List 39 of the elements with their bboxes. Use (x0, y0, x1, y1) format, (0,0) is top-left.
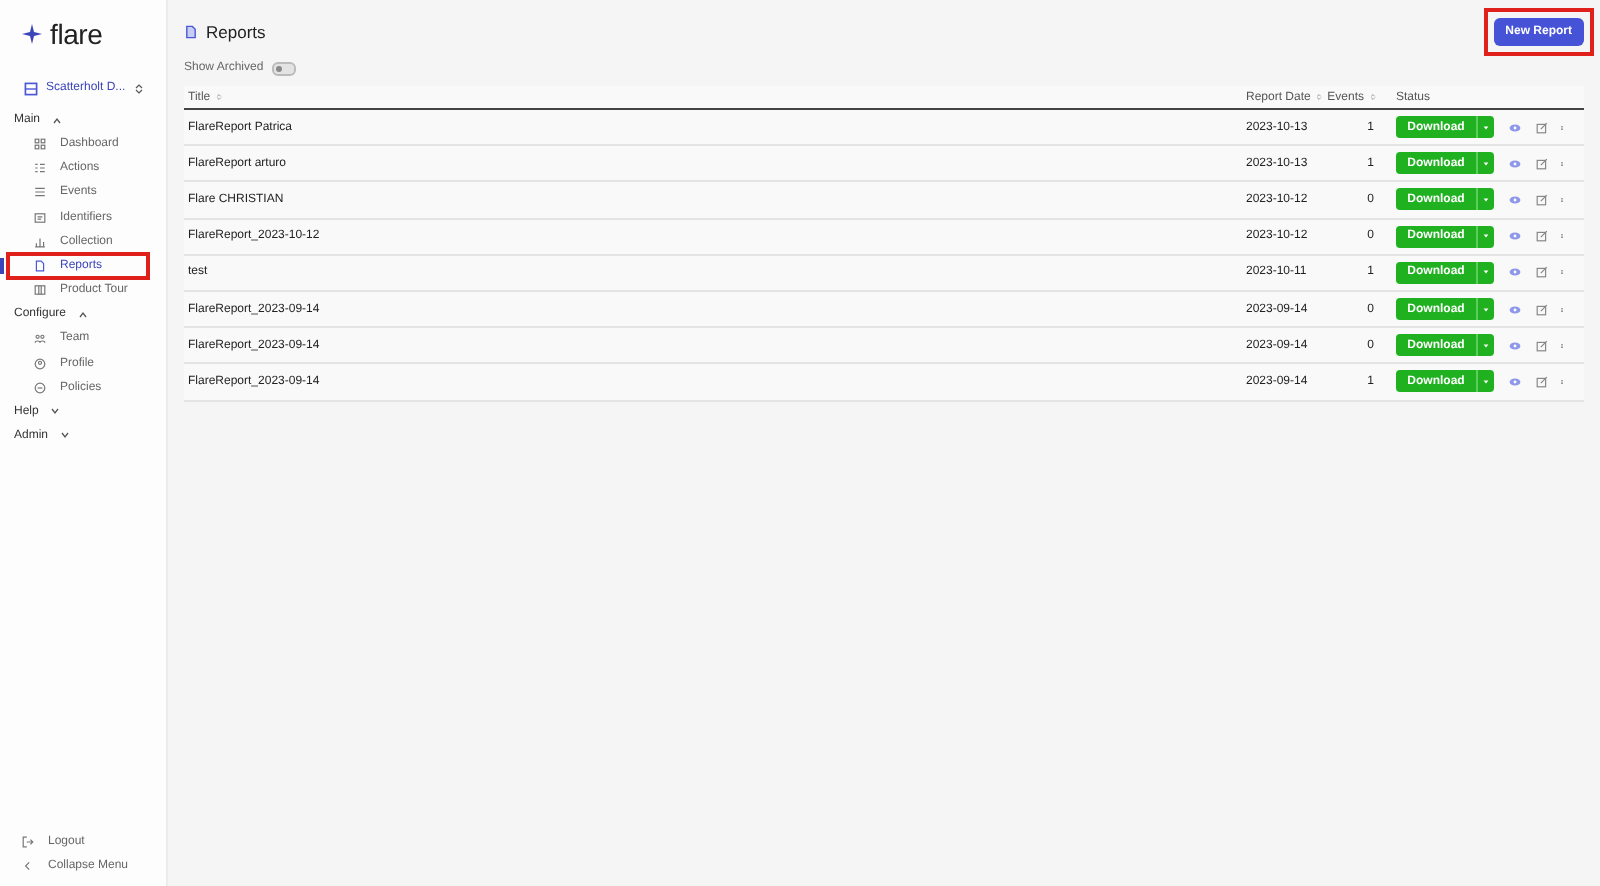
edit-icon (1536, 266, 1548, 279)
edit-icon (1536, 303, 1548, 316)
toggle-switch[interactable] (271, 61, 296, 75)
list-icon (34, 162, 46, 175)
chevron-up-icon (78, 309, 89, 320)
map-icon (34, 284, 46, 297)
edit-icon (1536, 121, 1548, 134)
edit-icon (1536, 339, 1548, 352)
page-title: Reports (206, 22, 266, 42)
document-icon (34, 260, 46, 273)
edit-icon (1536, 157, 1548, 170)
chevron-down-icon (50, 406, 61, 417)
eye-icon (1508, 303, 1522, 316)
shield-icon (34, 381, 46, 394)
id-card-icon (34, 211, 46, 224)
eye-icon (1508, 157, 1522, 170)
grid-icon (34, 138, 46, 151)
chevron-up-icon (52, 115, 63, 125)
eye-icon (1508, 375, 1522, 388)
logout-icon (22, 835, 34, 848)
chevron-left-icon (22, 859, 34, 872)
eye-icon (1508, 266, 1522, 279)
document-icon (184, 24, 198, 40)
edit-icon (1536, 193, 1548, 206)
sparkle-icon (22, 24, 42, 44)
person-icon (34, 357, 46, 370)
eye-icon (1508, 230, 1522, 243)
chevron-down-icon (60, 430, 71, 441)
people-icon (34, 332, 46, 345)
active-indicator (0, 257, 4, 274)
eye-icon (1508, 339, 1522, 352)
edit-icon (1536, 230, 1548, 243)
edit-icon (1536, 375, 1548, 388)
eye-icon (1508, 121, 1522, 134)
bar-chart-icon (34, 235, 46, 248)
eye-icon (1508, 193, 1522, 206)
logo-text: flare (50, 18, 103, 50)
building-icon (24, 81, 38, 95)
lines-icon (34, 186, 46, 199)
